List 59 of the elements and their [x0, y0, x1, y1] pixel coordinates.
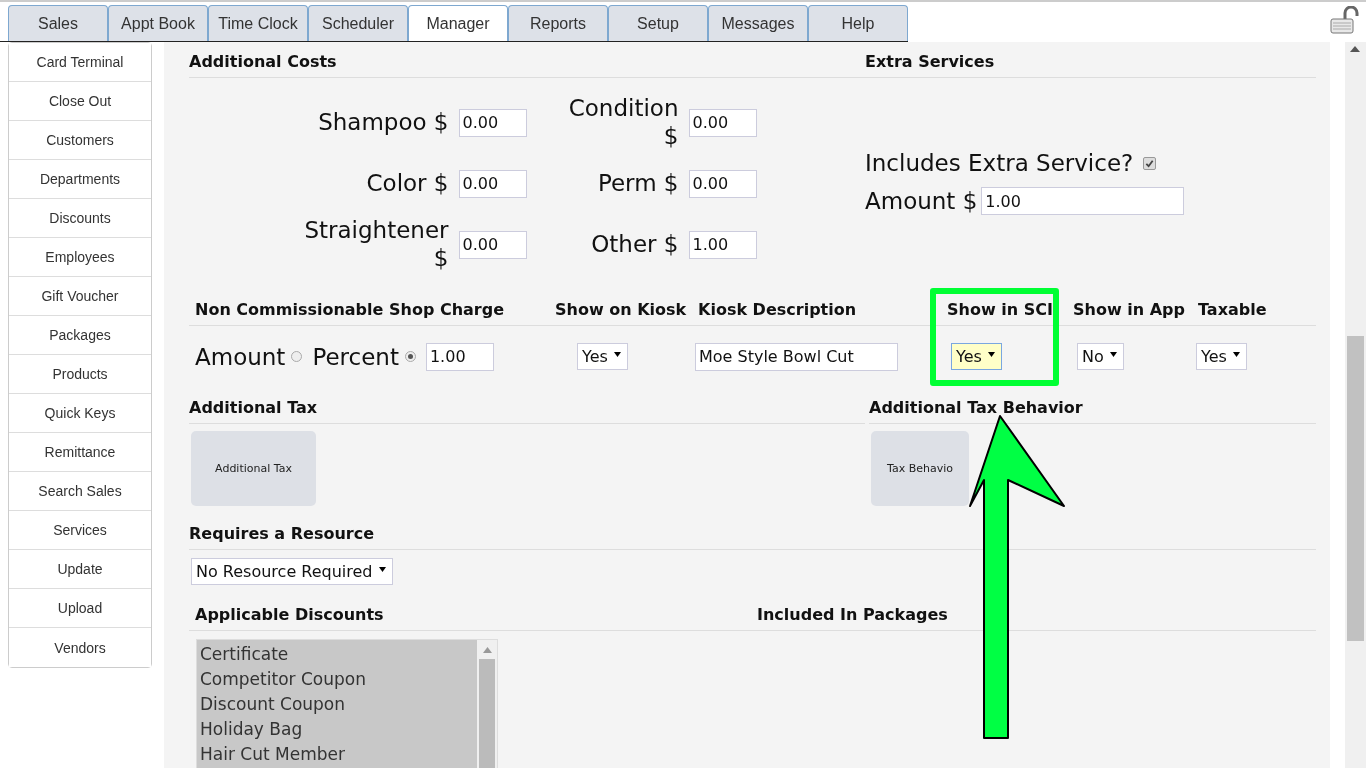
- nav-tab[interactable]: Appt Book: [108, 5, 208, 41]
- input-field[interactable]: Moe Style Bowl Cut: [695, 342, 898, 371]
- section-heading: Extra Services: [865, 42, 1316, 78]
- dropdown[interactable]: Yes: [1196, 343, 1247, 371]
- input-field[interactable]: 1.00: [688, 230, 757, 259]
- field-label: Straightener $: [303, 217, 449, 273]
- section-heading: Included In Packages: [757, 604, 948, 624]
- caret-icon: [613, 352, 621, 358]
- column-heading: Kiosk Description: [698, 299, 858, 319]
- column-heading: Show in App: [1073, 299, 1186, 319]
- input-field[interactable]: 0.00: [688, 108, 757, 137]
- input-field[interactable]: 0.00: [458, 169, 527, 198]
- nav-tab[interactable]: Reports: [508, 5, 608, 41]
- input-field[interactable]: 0.00: [458, 230, 527, 259]
- nav-tab[interactable]: Manager: [408, 5, 508, 41]
- nav-tab[interactable]: Messages: [708, 5, 808, 41]
- checkbox[interactable]: [1143, 156, 1157, 170]
- column-heading: Show on Kiosk: [555, 299, 688, 319]
- column-heading: Non Commissionable Shop Charge: [195, 299, 506, 319]
- input-field[interactable]: 0.00: [688, 169, 757, 198]
- field-label: Perm $: [596, 169, 679, 198]
- input-field[interactable]: 1.00: [425, 342, 494, 371]
- nav-tab[interactable]: Sales: [8, 5, 108, 41]
- field-label: Includes Extra Service?: [865, 150, 1134, 176]
- column-heading: Show in SCI: [947, 299, 1054, 319]
- field-label: Other $: [590, 230, 679, 260]
- radio-label: Amount: [195, 343, 286, 370]
- radio-button[interactable]: [291, 351, 303, 363]
- padlock-icon[interactable]: [1329, 6, 1361, 34]
- caret-icon: [1232, 352, 1240, 358]
- scroll-up-icon[interactable]: [1350, 46, 1360, 52]
- field-label: Amount $: [865, 188, 978, 214]
- field-label: Color $: [365, 169, 449, 198]
- scrollbar[interactable]: [1345, 42, 1366, 768]
- nav-tab[interactable]: Scheduler: [308, 5, 408, 41]
- radio-button[interactable]: [404, 351, 416, 363]
- dropdown[interactable]: No: [1077, 343, 1124, 371]
- section-heading: Applicable Discounts: [195, 604, 385, 624]
- dropdown[interactable]: Yes: [951, 343, 1002, 371]
- nav-tab[interactable]: Time Clock: [208, 5, 308, 41]
- caret-icon: [987, 352, 995, 358]
- radio-label: Percent: [312, 343, 399, 370]
- input-field[interactable]: 1.00: [981, 187, 1185, 215]
- additional-tax-button[interactable]: Additional Tax: [191, 430, 316, 506]
- nav-tab[interactable]: Setup: [608, 5, 708, 41]
- section-heading: Additional Costs: [189, 42, 865, 78]
- scrollbar[interactable]: [477, 639, 497, 768]
- column-heading: Taxable: [1198, 299, 1268, 319]
- dropdown[interactable]: No Resource Required: [191, 557, 393, 585]
- field-label: Condition $: [567, 95, 679, 151]
- field-label: Shampoo $: [317, 107, 449, 137]
- caret-icon: [378, 566, 386, 572]
- tax-behavior-button[interactable]: Tax Behavio: [871, 430, 969, 506]
- sidebar-item[interactable]: Card Terminal: [9, 43, 151, 82]
- dropdown[interactable]: Yes: [577, 343, 628, 371]
- caret-icon: [1109, 352, 1117, 358]
- section-heading: Additional Tax: [189, 389, 865, 424]
- input-field[interactable]: 0.00: [458, 108, 527, 137]
- nav-tab[interactable]: Help: [808, 5, 908, 41]
